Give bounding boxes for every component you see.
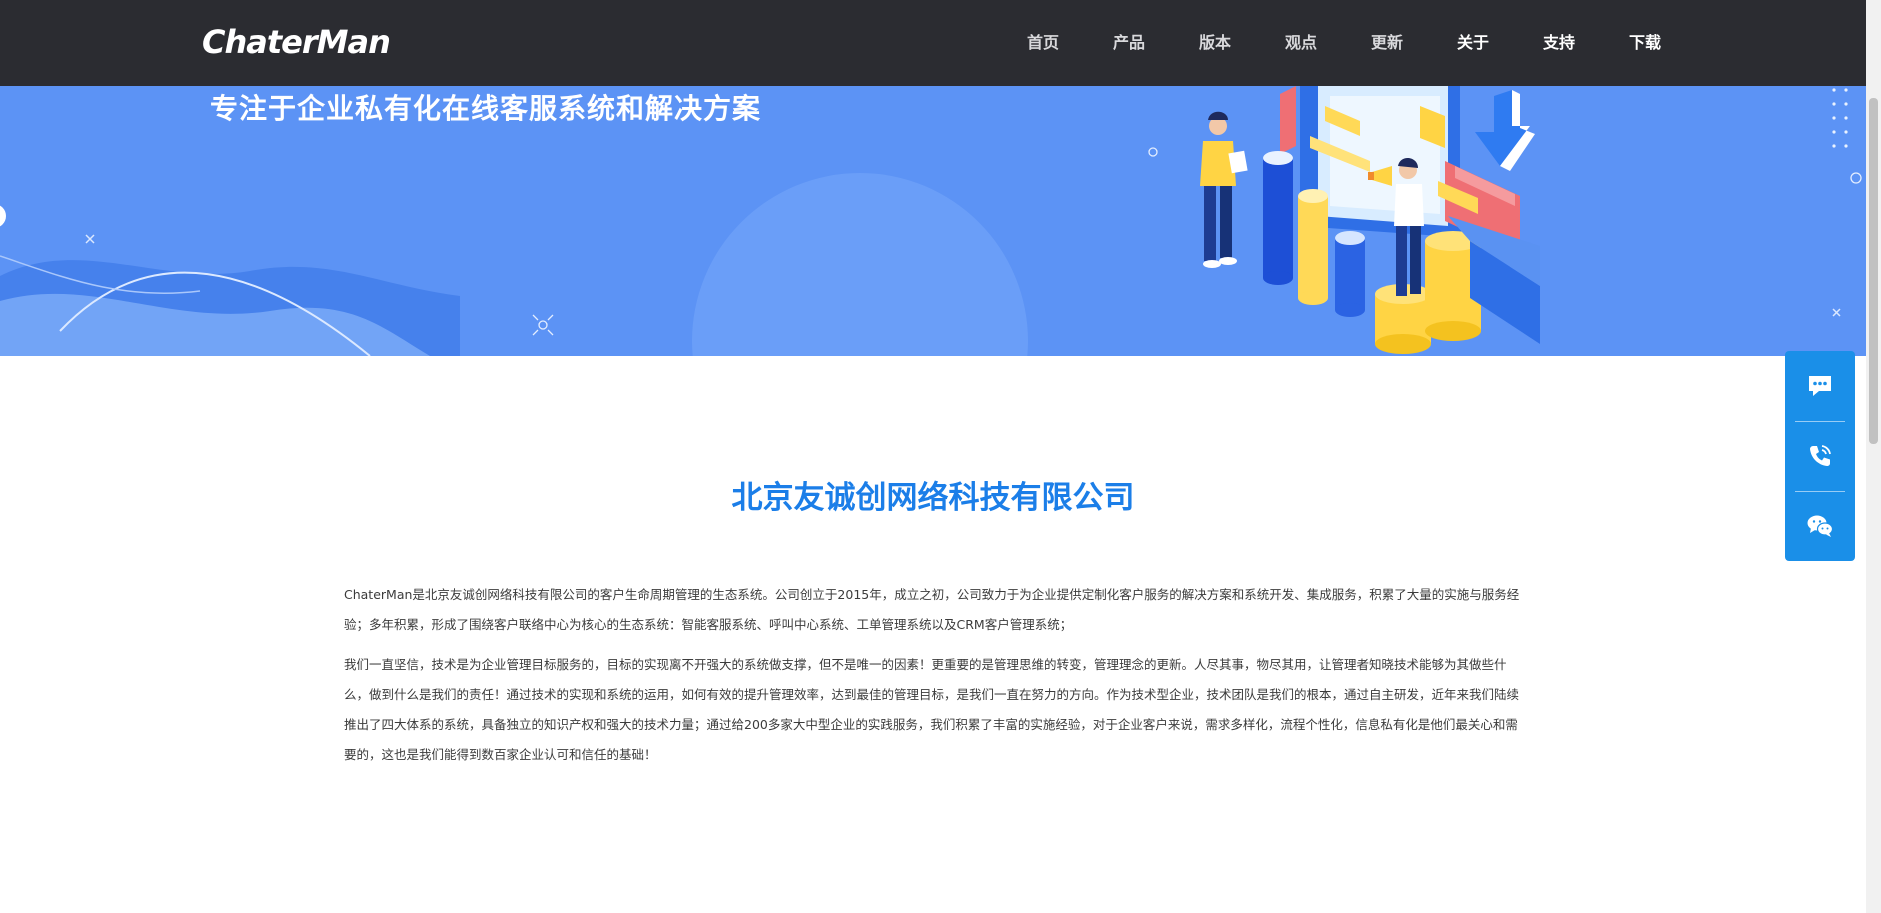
hero-banner: 专注于企业私有化在线客服系统和解决方案 bbox=[0, 86, 1866, 356]
wechat-contact-button[interactable] bbox=[1785, 491, 1855, 561]
about-paragraph-1: ChaterMan是北京友诚创网络科技有限公司的客户生命周期管理的生态系统。公司… bbox=[344, 587, 1520, 632]
about-paragraph-2: 我们一直坚信，技术是为企业管理目标服务的，目标的实现离不开强大的系统做支撑，但不… bbox=[344, 657, 1520, 762]
nav-item-support[interactable]: 支持 bbox=[1516, 28, 1602, 58]
floating-contact-panel bbox=[1785, 351, 1855, 561]
nav-item-updates[interactable]: 更新 bbox=[1344, 28, 1430, 58]
nav-item-products[interactable]: 产品 bbox=[1086, 28, 1172, 58]
nav-item-views[interactable]: 观点 bbox=[1258, 28, 1344, 58]
scrollbar-thumb[interactable] bbox=[1869, 98, 1878, 444]
nav-item-about[interactable]: 关于 bbox=[1430, 28, 1516, 58]
online-chat-button[interactable] bbox=[1785, 351, 1855, 421]
company-name-heading: 北京友诚创网络科技有限公司 bbox=[731, 480, 1135, 516]
logo[interactable]: ChaterMan bbox=[202, 22, 391, 62]
wechat-icon bbox=[1807, 515, 1834, 537]
nav-item-editions[interactable]: 版本 bbox=[1172, 28, 1258, 58]
hero-tagline: 专注于企业私有化在线客服系统和解决方案 bbox=[210, 92, 762, 125]
main-nav: 首页 产品 版本 观点 更新 关于 支持 下载 bbox=[1000, 28, 1688, 58]
nav-item-home[interactable]: 首页 bbox=[1000, 28, 1086, 58]
top-navigation-bar: ChaterMan 首页 产品 版本 观点 更新 关于 支持 下载 bbox=[0, 0, 1866, 86]
nav-item-download[interactable]: 下载 bbox=[1602, 28, 1688, 58]
phone-icon bbox=[1810, 445, 1831, 466]
page-scrollbar[interactable] bbox=[1866, 0, 1881, 913]
phone-contact-button[interactable] bbox=[1785, 421, 1855, 491]
chat-bubbles-icon bbox=[1809, 376, 1831, 396]
